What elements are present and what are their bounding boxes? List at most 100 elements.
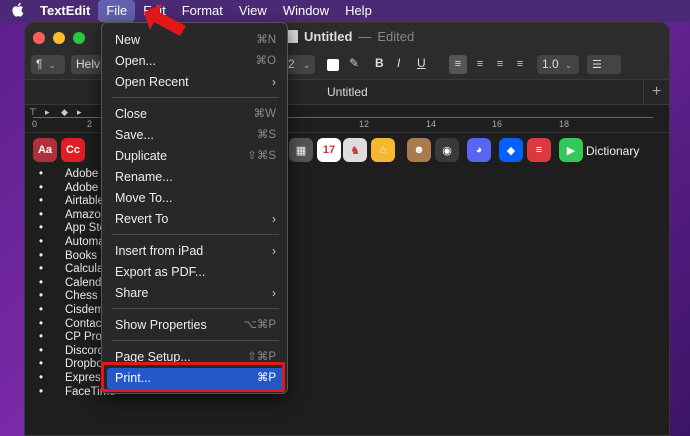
list-bullet: • — [39, 249, 44, 262]
menu-item-share[interactable]: Share › — [107, 283, 284, 304]
list-bullet: • — [39, 181, 44, 194]
menu-window[interactable]: Window — [275, 0, 337, 22]
list-item-text: Expres — [65, 371, 101, 384]
menu-item-save[interactable]: Save... ⌘S — [107, 125, 284, 146]
list-bullet: • — [39, 331, 44, 344]
tab-stop-marker[interactable]: ▸ — [45, 107, 50, 118]
list-bullet: • — [39, 208, 44, 221]
menu-item-label: Rename... — [115, 170, 173, 184]
menu-item-export-as-pdf[interactable]: Export as PDF... — [107, 262, 284, 283]
minimize-window-button[interactable] — [53, 32, 65, 44]
zoom-window-button[interactable] — [73, 32, 85, 44]
menu-item-label: Save... — [115, 128, 154, 142]
justify-button[interactable]: ≡ — [511, 55, 529, 74]
window-controls — [33, 32, 85, 44]
menu-item-new[interactable]: New ⌘N — [107, 30, 284, 51]
font-family-select[interactable]: Helv — [71, 55, 105, 74]
align-center-button[interactable]: ≡ — [471, 55, 489, 74]
document-name[interactable]: Untitled — [304, 29, 352, 44]
chevron-down-icon: ⌄ — [302, 60, 311, 70]
chevron-down-icon: ⌄ — [48, 60, 56, 70]
menu-item-revert-to[interactable]: Revert To › — [107, 209, 284, 230]
menu-view[interactable]: View — [231, 0, 275, 22]
list-item-text: Discord — [65, 344, 104, 357]
list-bullet: • — [39, 358, 44, 371]
underline-button[interactable]: U — [417, 56, 426, 70]
menu-item-label: Open... — [115, 54, 156, 68]
menu-separator — [112, 97, 279, 98]
print-highlight-box — [101, 362, 285, 392]
font-family-value: Helv — [76, 57, 101, 71]
list-bullet: • — [39, 168, 44, 180]
font-size-value: 2 — [288, 57, 295, 71]
italic-button[interactable]: I — [397, 56, 400, 70]
ruler-label: 14 — [426, 119, 437, 129]
menu-item-open-recent[interactable]: Open Recent › — [107, 72, 284, 93]
menu-item-label: Move To... — [115, 191, 173, 205]
document-icon — [287, 30, 298, 43]
contacts-app-icon: ☻ — [407, 138, 431, 162]
menu-item-duplicate[interactable]: Duplicate ⇧⌘S — [107, 146, 284, 167]
menu-shortcut: ⌘O — [255, 55, 276, 67]
menu-item-label: Open Recent — [115, 75, 189, 89]
menu-item-open[interactable]: Open... ⌘O — [107, 51, 284, 72]
menu-item-label: Share — [115, 286, 149, 300]
chevron-right-icon: › — [272, 212, 276, 226]
calculator-app-icon: ▦ — [289, 138, 313, 162]
list-item-text: Adobe — [65, 181, 99, 194]
tab-untitled[interactable]: Untitled — [327, 85, 368, 99]
calendar-app-icon: 17 — [317, 138, 341, 162]
ruler-label: 2 — [87, 119, 93, 129]
home-app-icon: ⌂ — [371, 138, 395, 162]
menu-item-show-properties[interactable]: Show Properties ⌥⌘P — [107, 315, 284, 336]
ruler-label: 12 — [359, 119, 370, 129]
close-window-button[interactable] — [33, 32, 45, 44]
list-style-select[interactable]: ☰ — [587, 55, 621, 74]
menu-file[interactable]: File — [98, 0, 136, 22]
expressvpn-app-icon: ≡ — [527, 138, 551, 162]
list-item-text: CP Pro — [65, 331, 102, 344]
menu-app-name[interactable]: TextEdit — [34, 0, 98, 22]
bold-button[interactable]: B — [375, 56, 384, 70]
menu-separator — [112, 308, 279, 309]
menu-separator — [112, 234, 279, 235]
menu-item-insert-from-ipad[interactable]: Insert from iPad › — [107, 241, 284, 262]
menu-item-label: Export as PDF... — [115, 265, 206, 279]
menu-item-rename[interactable]: Rename... — [107, 167, 284, 188]
list-bullet: • — [39, 263, 44, 276]
line-spacing-select[interactable]: 1.0 ⌄ — [537, 55, 579, 74]
align-right-button[interactable]: ≡ — [491, 55, 509, 74]
ruler-label: 0 — [32, 119, 38, 129]
list-item-text: Dropbo — [65, 358, 103, 371]
tab-stop-marker[interactable]: ◆ — [61, 107, 68, 118]
menu-shortcut: ⇧⌘S — [247, 150, 276, 162]
list-bullet: • — [39, 371, 44, 384]
menu-item-label: Insert from iPad — [115, 244, 204, 258]
annotation-arrow-icon — [144, 4, 186, 36]
list-item-text: Amazo — [65, 208, 101, 221]
new-tab-button[interactable]: + — [643, 80, 669, 106]
paragraph-style-select[interactable]: ¶ ⌄ — [31, 55, 65, 74]
menu-item-close[interactable]: Close ⌘W — [107, 104, 284, 125]
document-status: Edited — [377, 29, 415, 44]
ruler-label: 18 — [559, 119, 570, 129]
tab-stop-marker[interactable]: ⊤ — [29, 107, 37, 118]
list-bullet: • — [39, 344, 44, 357]
adobe-cc-app-icon: Cc — [61, 138, 85, 162]
highlight-color-icon[interactable]: ✎ — [349, 56, 359, 70]
menu-help[interactable]: Help — [337, 0, 380, 22]
text-color-swatch[interactable] — [327, 59, 339, 71]
list-bullet: • — [39, 317, 44, 330]
apple-menu-icon[interactable] — [0, 2, 34, 21]
camera-app-icon: ◉ — [435, 138, 459, 162]
dictionary-app-icon: Aa — [33, 138, 57, 162]
align-left-button[interactable]: ≡ — [449, 55, 467, 74]
menu-item-label: Revert To — [115, 212, 169, 226]
list-item-text: Adobe — [65, 168, 99, 180]
list-bullet: • — [39, 195, 44, 208]
document-title: Untitled — Edited — [287, 29, 414, 44]
list-item-text: Books — [65, 249, 97, 262]
tab-stop-marker[interactable]: ▸ — [77, 107, 82, 118]
menu-item-move-to[interactable]: Move To... — [107, 188, 284, 209]
chevron-right-icon: › — [272, 75, 276, 89]
